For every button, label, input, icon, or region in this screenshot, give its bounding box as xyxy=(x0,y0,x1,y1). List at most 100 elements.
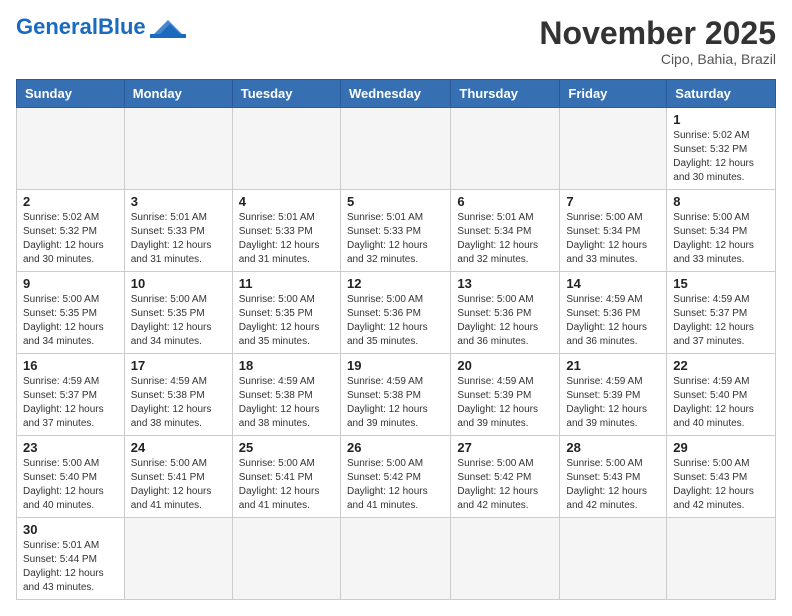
calendar-cell xyxy=(17,108,125,190)
calendar-week-row: 9Sunrise: 5:00 AMSunset: 5:35 PMDaylight… xyxy=(17,272,776,354)
calendar-week-row: 1 Sunrise: 5:02 AMSunset: 5:32 PMDaylight… xyxy=(17,108,776,190)
day-number: 12 xyxy=(347,276,444,291)
day-info: Sunrise: 5:00 AMSunset: 5:40 PMDaylight:… xyxy=(23,457,118,513)
logo: GeneralBlue xyxy=(16,16,186,38)
calendar-cell: 16 Sunrise: 4:59 AMSunset: 5:37 PMDayligh… xyxy=(17,354,125,436)
page-header: GeneralBlue November 2025 Cipo, Bahia, B… xyxy=(16,16,776,67)
calendar-cell: 1 Sunrise: 5:02 AMSunset: 5:32 PMDaylight… xyxy=(667,108,776,190)
calendar-cell: 26Sunrise: 5:00 AMSunset: 5:42 PMDayligh… xyxy=(340,436,450,518)
day-info: Sunrise: 4:59 AMSunset: 5:37 PMDaylight:… xyxy=(673,293,769,349)
calendar-week-row: 23 Sunrise: 5:00 AMSunset: 5:40 PMDayligh… xyxy=(17,436,776,518)
calendar-cell: 20Sunrise: 4:59 AMSunset: 5:39 PMDayligh… xyxy=(451,354,560,436)
day-info: Sunrise: 5:00 AMSunset: 5:41 PMDaylight:… xyxy=(239,457,334,513)
calendar-cell xyxy=(451,518,560,600)
day-info: Sunrise: 5:01 AMSunset: 5:44 PMDaylight:… xyxy=(23,539,118,595)
calendar-cell: 30 Sunrise: 5:01 AMSunset: 5:44 PMDayligh… xyxy=(17,518,125,600)
calendar-cell: 22 Sunrise: 4:59 AMSunset: 5:40 PMDayligh… xyxy=(667,354,776,436)
location: Cipo, Bahia, Brazil xyxy=(539,51,776,67)
calendar-cell: 21 Sunrise: 4:59 AMSunset: 5:39 PMDayligh… xyxy=(560,354,667,436)
calendar-cell: 24 Sunrise: 5:00 AMSunset: 5:41 PMDayligh… xyxy=(124,436,232,518)
day-info: Sunrise: 5:00 AMSunset: 5:35 PMDaylight:… xyxy=(239,293,334,349)
day-number: 8 xyxy=(673,194,769,209)
day-info: Sunrise: 4:59 AMSunset: 5:38 PMDaylight:… xyxy=(239,375,334,431)
day-number: 16 xyxy=(23,358,118,373)
day-number: 28 xyxy=(566,440,660,455)
calendar-cell: 5 Sunrise: 5:01 AMSunset: 5:33 PMDaylight… xyxy=(340,190,450,272)
calendar-cell: 25 Sunrise: 5:00 AMSunset: 5:41 PMDayligh… xyxy=(232,436,340,518)
weekday-header: Tuesday xyxy=(232,80,340,108)
day-number: 3 xyxy=(131,194,226,209)
calendar-cell xyxy=(667,518,776,600)
calendar-cell: 18 Sunrise: 4:59 AMSunset: 5:38 PMDayligh… xyxy=(232,354,340,436)
day-number: 15 xyxy=(673,276,769,291)
calendar-cell xyxy=(232,108,340,190)
calendar-cell xyxy=(340,108,450,190)
day-info: Sunrise: 5:02 AMSunset: 5:32 PMDaylight:… xyxy=(673,129,769,185)
weekday-header: Sunday xyxy=(17,80,125,108)
day-number: 21 xyxy=(566,358,660,373)
day-info: Sunrise: 5:00 AMSunset: 5:35 PMDaylight:… xyxy=(23,293,118,349)
day-info: Sunrise: 5:00 AMSunset: 5:34 PMDaylight:… xyxy=(673,211,769,267)
calendar-cell: 8 Sunrise: 5:00 AMSunset: 5:34 PMDaylight… xyxy=(667,190,776,272)
weekday-header: Monday xyxy=(124,80,232,108)
day-number: 5 xyxy=(347,194,444,209)
calendar-cell: 27Sunrise: 5:00 AMSunset: 5:42 PMDayligh… xyxy=(451,436,560,518)
day-info: Sunrise: 5:00 AMSunset: 5:43 PMDaylight:… xyxy=(566,457,660,513)
weekday-header: Thursday xyxy=(451,80,560,108)
day-info: Sunrise: 4:59 AMSunset: 5:40 PMDaylight:… xyxy=(673,375,769,431)
calendar-cell: 10 Sunrise: 5:00 AMSunset: 5:35 PMDayligh… xyxy=(124,272,232,354)
calendar-cell xyxy=(124,108,232,190)
day-number: 26 xyxy=(347,440,444,455)
calendar-week-row: 2 Sunrise: 5:02 AMSunset: 5:32 PMDaylight… xyxy=(17,190,776,272)
calendar-cell: 3Sunrise: 5:01 AMSunset: 5:33 PMDaylight… xyxy=(124,190,232,272)
calendar-cell: 13Sunrise: 5:00 AMSunset: 5:36 PMDayligh… xyxy=(451,272,560,354)
calendar-cell xyxy=(451,108,560,190)
day-number: 1 xyxy=(673,112,769,127)
day-number: 22 xyxy=(673,358,769,373)
calendar-cell: 11Sunrise: 5:00 AMSunset: 5:35 PMDayligh… xyxy=(232,272,340,354)
day-number: 20 xyxy=(457,358,553,373)
calendar-week-row: 30 Sunrise: 5:01 AMSunset: 5:44 PMDayligh… xyxy=(17,518,776,600)
weekday-header: Saturday xyxy=(667,80,776,108)
day-number: 23 xyxy=(23,440,118,455)
calendar-week-row: 16 Sunrise: 4:59 AMSunset: 5:37 PMDayligh… xyxy=(17,354,776,436)
day-info: Sunrise: 4:59 AMSunset: 5:37 PMDaylight:… xyxy=(23,375,118,431)
calendar-cell xyxy=(560,108,667,190)
day-info: Sunrise: 5:00 AMSunset: 5:41 PMDaylight:… xyxy=(131,457,226,513)
day-number: 2 xyxy=(23,194,118,209)
day-info: Sunrise: 5:00 AMSunset: 5:43 PMDaylight:… xyxy=(673,457,769,513)
calendar-cell: 12 Sunrise: 5:00 AMSunset: 5:36 PMDayligh… xyxy=(340,272,450,354)
day-info: Sunrise: 4:59 AMSunset: 5:39 PMDaylight:… xyxy=(566,375,660,431)
calendar-cell: 15 Sunrise: 4:59 AMSunset: 5:37 PMDayligh… xyxy=(667,272,776,354)
day-number: 17 xyxy=(131,358,226,373)
day-number: 18 xyxy=(239,358,334,373)
calendar-cell xyxy=(340,518,450,600)
day-info: Sunrise: 5:02 AMSunset: 5:32 PMDaylight:… xyxy=(23,211,118,267)
calendar-cell: 6Sunrise: 5:01 AMSunset: 5:34 PMDaylight… xyxy=(451,190,560,272)
day-info: Sunrise: 5:00 AMSunset: 5:35 PMDaylight:… xyxy=(131,293,226,349)
logo-text: GeneralBlue xyxy=(16,16,146,38)
day-number: 6 xyxy=(457,194,553,209)
day-info: Sunrise: 4:59 AMSunset: 5:38 PMDaylight:… xyxy=(347,375,444,431)
calendar-cell: 4 Sunrise: 5:01 AMSunset: 5:33 PMDaylight… xyxy=(232,190,340,272)
day-number: 25 xyxy=(239,440,334,455)
day-info: Sunrise: 4:59 AMSunset: 5:36 PMDaylight:… xyxy=(566,293,660,349)
logo-general: General xyxy=(16,14,98,39)
calendar-cell xyxy=(232,518,340,600)
day-number: 4 xyxy=(239,194,334,209)
day-number: 24 xyxy=(131,440,226,455)
day-number: 7 xyxy=(566,194,660,209)
calendar-cell: 23 Sunrise: 5:00 AMSunset: 5:40 PMDayligh… xyxy=(17,436,125,518)
day-info: Sunrise: 5:00 AMSunset: 5:34 PMDaylight:… xyxy=(566,211,660,267)
day-info: Sunrise: 5:01 AMSunset: 5:33 PMDaylight:… xyxy=(347,211,444,267)
day-number: 10 xyxy=(131,276,226,291)
day-number: 29 xyxy=(673,440,769,455)
day-info: Sunrise: 5:01 AMSunset: 5:33 PMDaylight:… xyxy=(239,211,334,267)
calendar-cell: 29 Sunrise: 5:00 AMSunset: 5:43 PMDayligh… xyxy=(667,436,776,518)
calendar-cell: 17Sunrise: 4:59 AMSunset: 5:38 PMDayligh… xyxy=(124,354,232,436)
day-number: 30 xyxy=(23,522,118,537)
calendar-cell: 7 Sunrise: 5:00 AMSunset: 5:34 PMDaylight… xyxy=(560,190,667,272)
day-info: Sunrise: 5:00 AMSunset: 5:36 PMDaylight:… xyxy=(347,293,444,349)
month-title: November 2025 xyxy=(539,16,776,51)
calendar-cell: 28 Sunrise: 5:00 AMSunset: 5:43 PMDayligh… xyxy=(560,436,667,518)
